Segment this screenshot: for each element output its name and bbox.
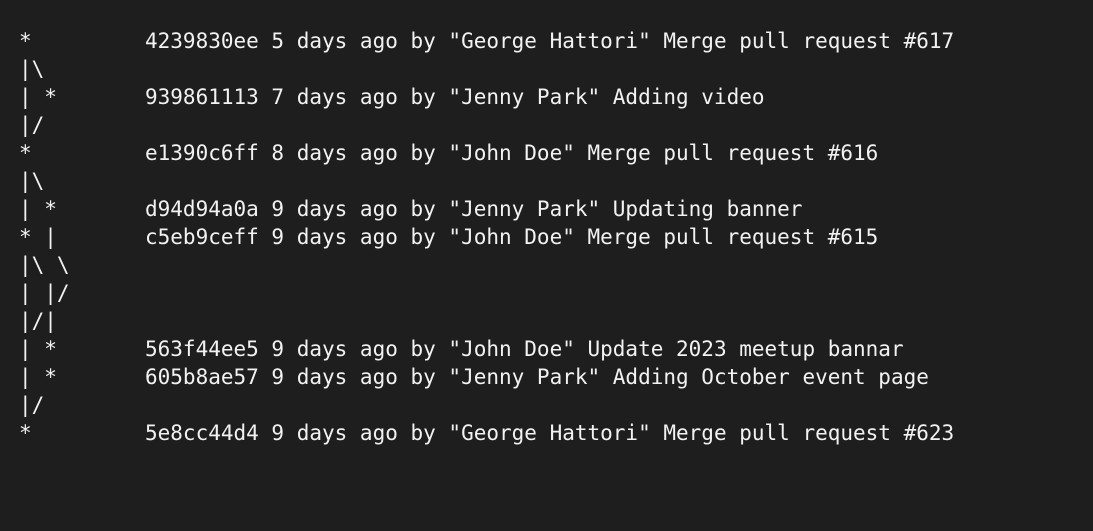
- graph-segment: *: [19, 29, 32, 53]
- git-log-line: | * 563f44ee5 9 days ago by "John Doe" U…: [0, 335, 1093, 363]
- git-log-line: |\ \: [0, 251, 1093, 279]
- git-log-line: | |/: [0, 279, 1093, 307]
- graph-segment: | *: [19, 85, 57, 109]
- graph-segment: *: [19, 141, 32, 165]
- graph-segment: | *: [19, 197, 57, 221]
- graph-segment: *: [19, 421, 32, 445]
- git-log-line: |/|: [0, 307, 1093, 335]
- graph-segment: | *: [19, 337, 57, 361]
- git-log-line: | * 605b8ae57 9 days ago by "Jenny Park"…: [0, 363, 1093, 391]
- git-log-line: * | c5eb9ceff 9 days ago by "John Doe" M…: [0, 223, 1093, 251]
- commit-entry: 939861113 7 days ago by "Jenny Park" Add…: [145, 85, 765, 109]
- graph-segment: * |: [19, 225, 57, 249]
- commit-entry: d94d94a0a 9 days ago by "Jenny Park" Upd…: [145, 197, 803, 221]
- commit-entry: 563f44ee5 9 days ago by "John Doe" Updat…: [145, 337, 904, 361]
- graph-segment: | |/: [19, 281, 70, 305]
- terminal-window[interactable]: * 4239830ee 5 days ago by "George Hattor…: [0, 0, 1093, 462]
- git-log-line: * 5e8cc44d4 9 days ago by "George Hattor…: [0, 419, 1093, 447]
- graph-segment: |\ \: [19, 253, 70, 277]
- git-log-line: | * d94d94a0a 9 days ago by "Jenny Park"…: [0, 195, 1093, 223]
- graph-segment: |/: [19, 113, 45, 137]
- git-log-line: | * 939861113 7 days ago by "Jenny Park"…: [0, 83, 1093, 111]
- git-log-line: |\: [0, 167, 1093, 195]
- git-log-line: * 4239830ee 5 days ago by "George Hattor…: [0, 27, 1093, 55]
- git-log-line: * e1390c6ff 8 days ago by "John Doe" Mer…: [0, 139, 1093, 167]
- graph-segment: |/|: [19, 309, 57, 333]
- commit-entry: c5eb9ceff 9 days ago by "John Doe" Merge…: [145, 225, 879, 249]
- graph-segment: | *: [19, 365, 57, 389]
- graph-segment: |\: [19, 57, 45, 81]
- git-log-line: |\: [0, 55, 1093, 83]
- commit-entry: 605b8ae57 9 days ago by "Jenny Park" Add…: [145, 365, 929, 389]
- commit-entry: e1390c6ff 8 days ago by "John Doe" Merge…: [145, 141, 879, 165]
- graph-segment: |\: [19, 169, 45, 193]
- git-log-line: |/: [0, 111, 1093, 139]
- commit-entry: 4239830ee 5 days ago by "George Hattori"…: [145, 29, 955, 53]
- commit-entry: 5e8cc44d4 9 days ago by "George Hattori"…: [145, 421, 955, 445]
- git-log-line: |/: [0, 391, 1093, 419]
- graph-segment: |/: [19, 393, 45, 417]
